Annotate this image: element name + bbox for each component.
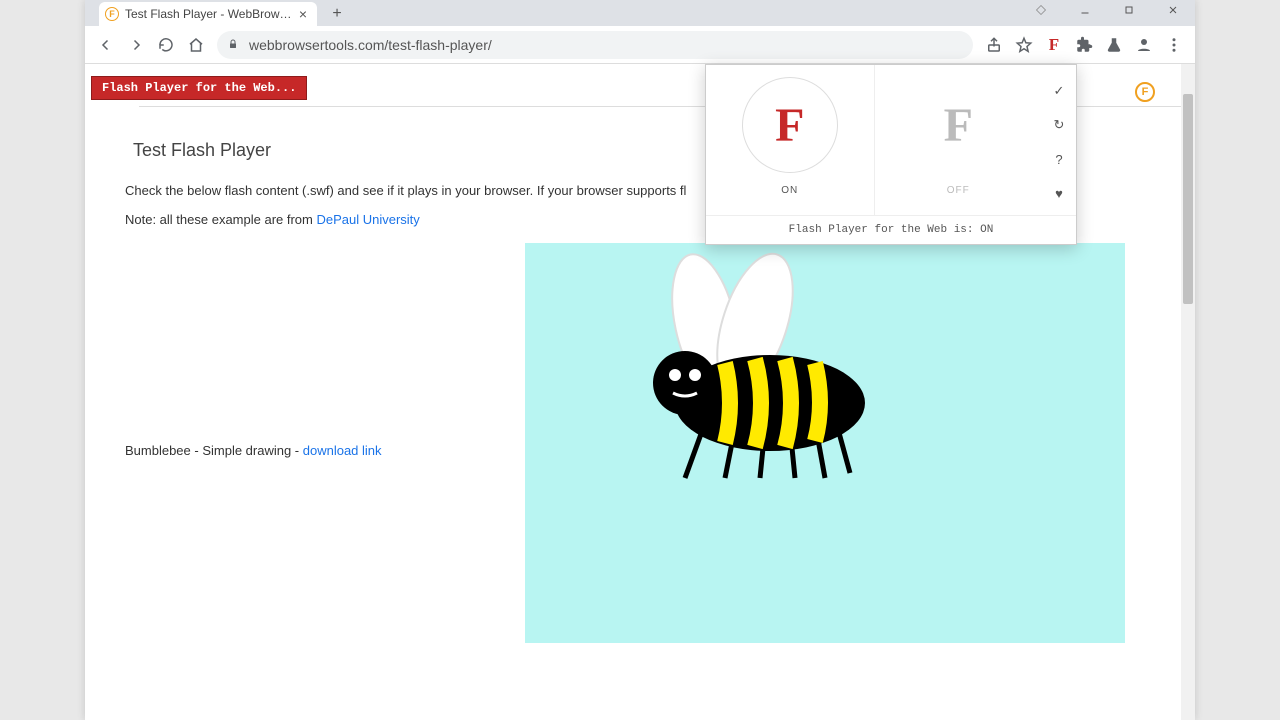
profile-icon[interactable] bbox=[1130, 31, 1158, 59]
menu-icon[interactable] bbox=[1160, 31, 1188, 59]
extension-popup: F ON F OFF ✓ ↻ ? ♥ Flash Player for the … bbox=[705, 64, 1077, 245]
tab-close-icon[interactable]: × bbox=[295, 6, 311, 22]
scrollbar-track[interactable] bbox=[1181, 64, 1195, 720]
scrollbar-thumb[interactable] bbox=[1183, 94, 1193, 304]
browser-tab[interactable]: F Test Flash Player - WebBrowserT × bbox=[99, 2, 317, 26]
diamond-icon[interactable] bbox=[1019, 0, 1063, 20]
on-circle-icon: F bbox=[742, 77, 838, 173]
caption-prefix: Bumblebee - Simple drawing - bbox=[125, 443, 303, 458]
back-button[interactable] bbox=[91, 30, 121, 60]
flash-preview bbox=[525, 243, 1125, 643]
address-bar[interactable]: webbrowsertools.com/test-flash-player/ bbox=[217, 31, 973, 59]
download-link[interactable]: download link bbox=[303, 443, 382, 458]
popup-check-icon[interactable]: ✓ bbox=[1049, 77, 1069, 105]
toggle-on[interactable]: F ON bbox=[706, 65, 875, 215]
bee-illustration bbox=[525, 243, 1125, 643]
popup-status: Flash Player for the Web is: ON bbox=[706, 215, 1076, 244]
popup-help-icon[interactable]: ? bbox=[1049, 145, 1069, 173]
on-label: ON bbox=[781, 185, 798, 196]
extensions-icon[interactable] bbox=[1070, 31, 1098, 59]
home-button[interactable] bbox=[181, 30, 211, 60]
window-maximize[interactable] bbox=[1107, 0, 1151, 20]
popup-heart-icon[interactable]: ♥ bbox=[1049, 179, 1069, 207]
toggle-off[interactable]: F OFF bbox=[875, 65, 1043, 215]
labs-icon[interactable] bbox=[1100, 31, 1128, 59]
flash-extension-icon[interactable]: F bbox=[1040, 31, 1068, 59]
share-icon[interactable] bbox=[980, 31, 1008, 59]
lock-icon bbox=[227, 37, 241, 53]
off-circle-icon: F bbox=[910, 77, 1006, 173]
browser-toolbar: webbrowsertools.com/test-flash-player/ F bbox=[85, 26, 1195, 64]
popup-refresh-icon[interactable]: ↻ bbox=[1049, 111, 1069, 139]
url-text: webbrowsertools.com/test-flash-player/ bbox=[249, 37, 492, 53]
tab-title: Test Flash Player - WebBrowserT bbox=[125, 7, 295, 21]
bookmark-star-icon[interactable] bbox=[1010, 31, 1038, 59]
reload-button[interactable] bbox=[151, 30, 181, 60]
new-tab-button[interactable]: + bbox=[325, 2, 349, 26]
window-close[interactable] bbox=[1151, 0, 1195, 20]
window-minimize[interactable] bbox=[1063, 0, 1107, 20]
extension-banner[interactable]: Flash Player for the Web... bbox=[91, 76, 307, 100]
depaul-link[interactable]: DePaul University bbox=[316, 212, 419, 227]
off-label: OFF bbox=[947, 185, 970, 196]
tab-favicon: F bbox=[105, 7, 119, 21]
note-prefix: Note: all these example are from bbox=[125, 212, 316, 227]
page-flash-icon[interactable]: F bbox=[1135, 82, 1155, 102]
forward-button[interactable] bbox=[121, 30, 151, 60]
